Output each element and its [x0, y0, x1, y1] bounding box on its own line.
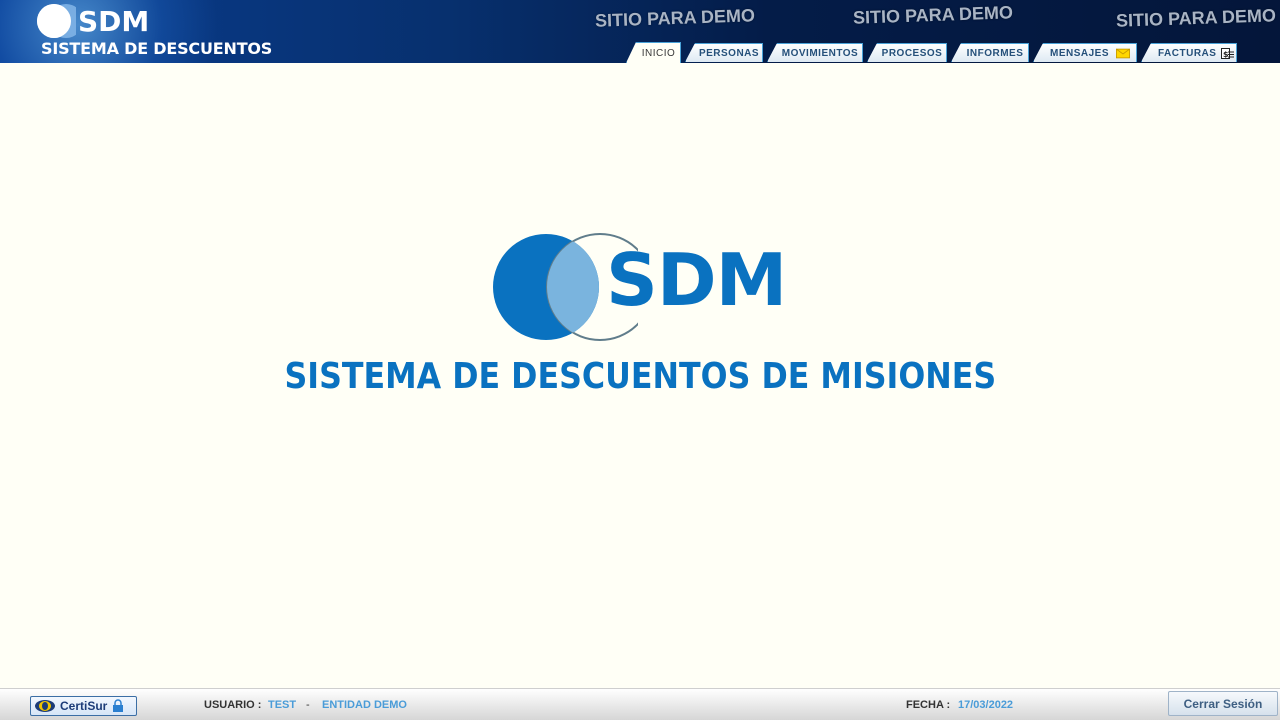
tab-mensajes[interactable]: MENSAJES	[1033, 43, 1137, 62]
tab-facturas[interactable]: FACTURAS $	[1141, 43, 1237, 62]
certisur-label: CertiSur	[60, 699, 108, 713]
page-title: SISTEMA DE DESCUENTOS DE MISIONES	[284, 356, 997, 397]
tab-label: MENSAJES	[1050, 47, 1110, 59]
tab-label: INICIO	[641, 47, 676, 59]
main-nav-tabs: INICIO PERSONAS MOVIMIENTOS PROCESOS INF…	[626, 42, 1241, 63]
demo-watermark: SITIO PARA DEMO	[852, 2, 1014, 28]
lock-icon	[113, 699, 124, 712]
fecha-label: FECHA :	[906, 699, 951, 711]
tab-label: MOVIMIENTOS	[781, 47, 859, 59]
brand-subtitle: SISTEMA DE DESCUENTOS	[41, 39, 273, 58]
tab-movimientos[interactable]: MOVIMIENTOS	[767, 43, 863, 62]
fecha-value: 17/03/2022	[958, 699, 1014, 711]
app-footer: CertiSur USUARIO : TEST - ENTIDAD DEMO F…	[0, 688, 1280, 720]
demo-watermark: SITIO PARA DEMO	[1115, 5, 1277, 31]
entidad-value: ENTIDAD DEMO	[322, 699, 407, 711]
tab-label: PROCESOS	[881, 47, 943, 59]
usuario-label: USUARIO :	[204, 699, 262, 711]
tab-label: FACTURAS	[1158, 47, 1217, 59]
tab-label: INFORMES	[966, 47, 1024, 59]
logout-button[interactable]: Cerrar Sesión	[1168, 691, 1278, 716]
tab-procesos[interactable]: PROCESOS	[867, 43, 947, 62]
certisur-seal[interactable]: CertiSur	[30, 696, 137, 716]
usuario-value: TEST	[268, 699, 297, 711]
tab-personas[interactable]: PERSONAS	[685, 43, 763, 62]
invoice-icon: $	[1221, 47, 1235, 59]
tab-informes[interactable]: INFORMES	[951, 43, 1029, 62]
certisur-globe-icon	[35, 700, 55, 712]
tab-label: PERSONAS	[698, 47, 760, 59]
tab-inicio[interactable]: INICIO	[626, 42, 681, 63]
brand[interactable]: SDM SISTEMA DE DESCUENTOS	[36, 2, 272, 62]
main-logo-text: SDM	[606, 238, 787, 322]
sdm-logo-icon	[37, 4, 76, 38]
brand-name: SDM	[78, 5, 150, 38]
footer-separator: -	[306, 699, 310, 711]
mail-icon	[1116, 48, 1130, 58]
app-header: SDM SISTEMA DE DESCUENTOS SITIO PARA DEM…	[0, 0, 1280, 63]
demo-watermark: SITIO PARA DEMO	[594, 5, 756, 31]
